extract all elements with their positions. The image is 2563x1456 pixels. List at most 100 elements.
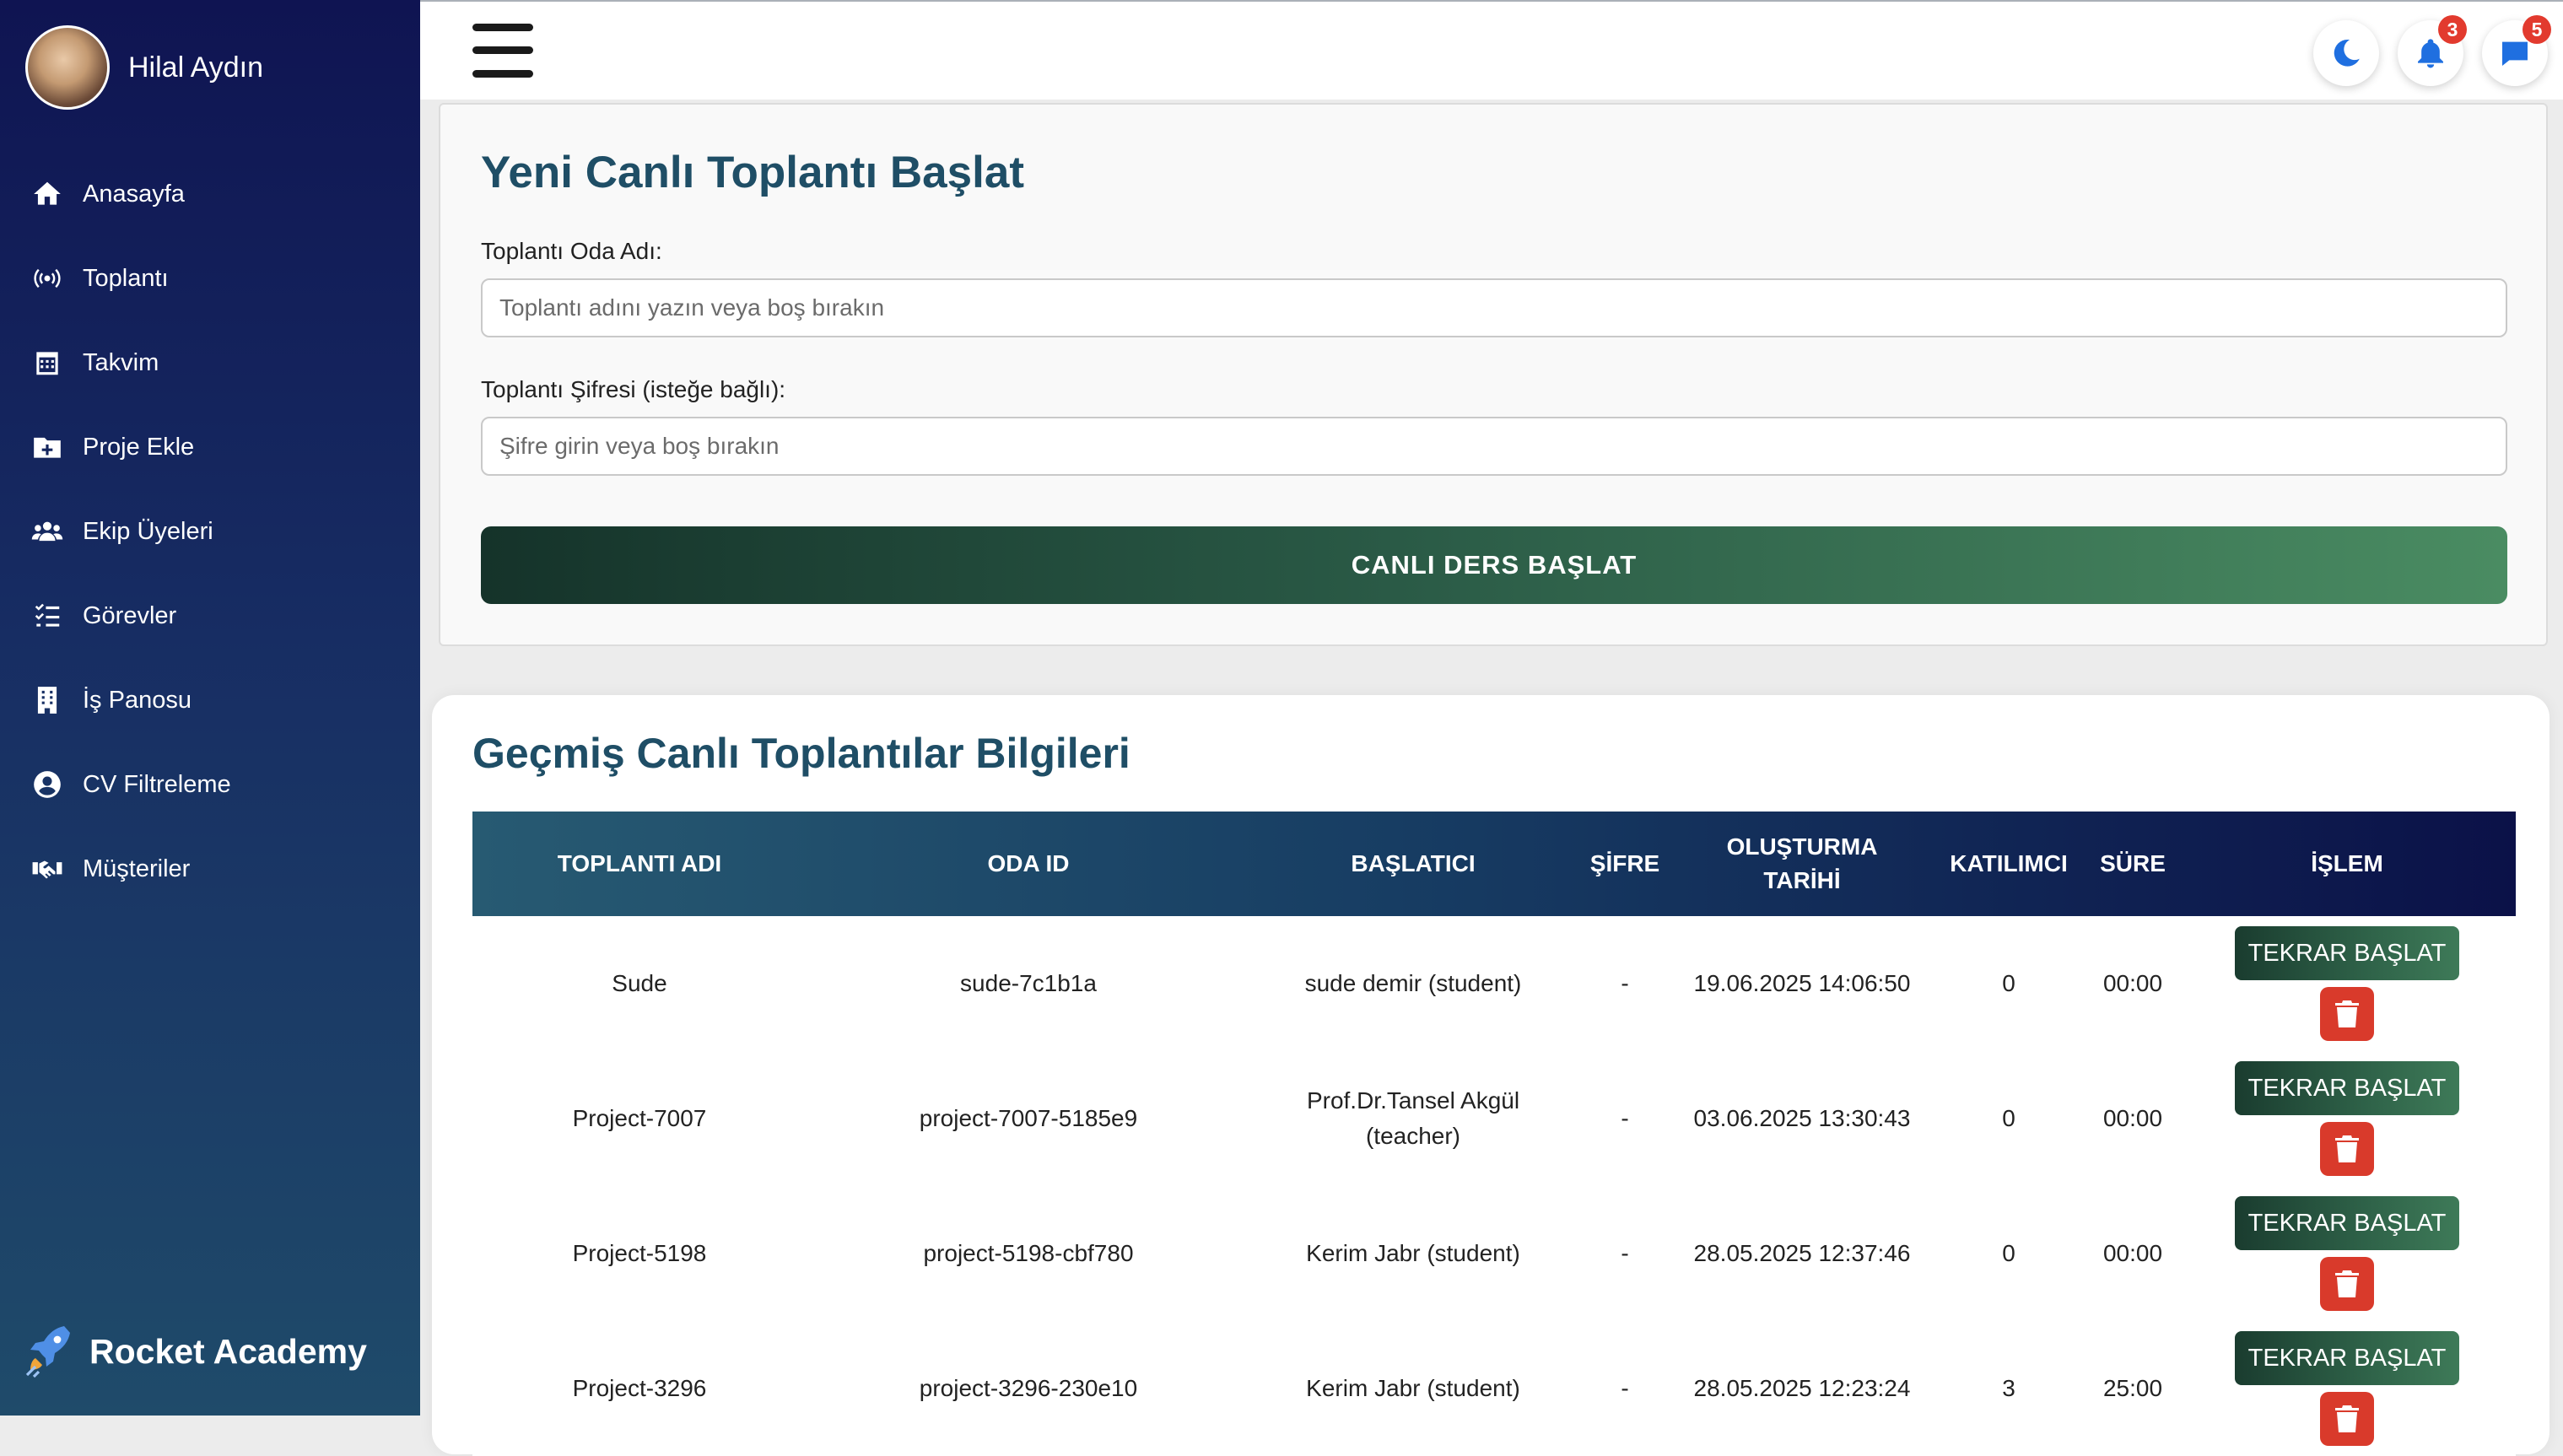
column-header[interactable]: İŞLEM — [2178, 812, 2516, 916]
sidebar-item-label: Görevler — [83, 601, 177, 629]
column-header[interactable]: KATILIMCI — [1930, 812, 2087, 916]
room-name-label: Toplantı Oda Adı: — [481, 238, 662, 264]
duration-cell: 00:00 — [2102, 970, 2163, 996]
trash-icon — [2335, 1405, 2359, 1432]
sidebar-item-toplanti[interactable]: Toplantı — [0, 236, 420, 321]
user-circle-icon — [30, 768, 64, 801]
sidebar-item-label: Müşteriler — [83, 855, 191, 882]
sidebar-nav: Anasayfa Toplantı Takvim Proje Ekle Ekip… — [0, 152, 420, 911]
sidebar-item-label: Anasayfa — [83, 180, 185, 208]
brand-logo[interactable]: Rocket Academy — [24, 1323, 367, 1380]
column-header[interactable]: TOPLANTI ADI — [472, 812, 807, 916]
column-header[interactable]: ODA ID — [807, 812, 1250, 916]
table-row: Project-5198 project-5198-cbf780 Kerim J… — [472, 1186, 2516, 1321]
meeting-name-cell: Project-5198 — [572, 1240, 707, 1266]
home-icon — [30, 177, 64, 211]
sidebar-item-takvim[interactable]: Takvim — [0, 321, 420, 405]
sidebar-item-cv-filtreleme[interactable]: CV Filtreleme — [0, 742, 420, 827]
sidebar-item-proje-ekle[interactable]: Proje Ekle — [0, 405, 420, 489]
duration-cell: 00:00 — [2102, 1105, 2163, 1131]
meeting-name-cell: Sude — [612, 970, 667, 996]
sidebar-item-is-panosu[interactable]: İş Panosu — [0, 658, 420, 742]
actions-cell: TEKRAR BAŞLAT — [2178, 1186, 2516, 1321]
participants-cell: 0 — [2002, 1240, 2015, 1266]
delete-button[interactable] — [2320, 1392, 2374, 1446]
sidebar-item-label: Proje Ekle — [83, 433, 195, 461]
history-table: TOPLANTI ADI ODA ID BAŞLATICI ŞİFRE OLUŞ… — [472, 812, 2516, 1456]
room-id-cell: project-7007-5185e9 — [919, 1105, 1138, 1131]
start-live-meeting-button[interactable]: CANLI DERS BAŞLAT — [481, 526, 2507, 604]
restart-button[interactable]: TEKRAR BAŞLAT — [2235, 1061, 2459, 1115]
brand-name: Rocket Academy — [89, 1331, 367, 1371]
sidebar-item-musteriler[interactable]: Müşteriler — [0, 827, 420, 911]
participants-cell: 3 — [2002, 1375, 2015, 1401]
meeting-name-cell: Project-7007 — [572, 1105, 707, 1131]
bell-icon — [2418, 39, 2443, 68]
delete-button[interactable] — [2320, 987, 2374, 1041]
calendar-icon — [30, 346, 64, 380]
sidebar-item-label: Takvim — [83, 348, 159, 376]
broadcast-icon — [30, 262, 64, 295]
user-profile[interactable]: Hilal Aydın — [25, 25, 263, 110]
duration-cell: 00:00 — [2102, 1240, 2163, 1266]
restart-button[interactable]: TEKRAR BAŞLAT — [2235, 1331, 2459, 1385]
room-name-input[interactable] — [481, 278, 2507, 337]
folder-plus-icon — [30, 430, 64, 464]
password-input[interactable] — [481, 417, 2507, 476]
messages-badge: 5 — [2523, 15, 2551, 44]
chat-icon — [2502, 41, 2528, 66]
created-date-cell: 28.05.2025 12:23:24 — [1693, 1375, 1911, 1401]
column-header[interactable]: SÜRE — [2087, 812, 2178, 916]
actions-cell: TEKRAR BAŞLAT — [2178, 1051, 2516, 1186]
moon-icon — [2334, 39, 2360, 67]
created-date-cell: 28.05.2025 12:37:46 — [1693, 1240, 1911, 1266]
actions-cell: TEKRAR BAŞLAT — [2178, 916, 2516, 1051]
top-bar: 3 5 — [420, 0, 2563, 100]
user-name: Hilal Aydın — [128, 51, 264, 84]
messages-button[interactable]: 5 — [2482, 15, 2551, 86]
actions-cell: TEKRAR BAŞLAT — [2178, 1321, 2516, 1456]
notifications-badge: 3 — [2438, 15, 2467, 44]
created-date-cell: 19.06.2025 14:06:50 — [1693, 970, 1911, 996]
password-cell: - — [1621, 1240, 1629, 1266]
password-cell: - — [1621, 1105, 1629, 1131]
starter-cell: Kerim Jabr (student) — [1306, 1375, 1520, 1401]
column-header[interactable]: BAŞLATICI — [1250, 812, 1576, 916]
sidebar-item-ekip-uyeleri[interactable]: Ekip Üyeleri — [0, 489, 420, 574]
column-header[interactable]: OLUŞTURMA TARİHİ — [1674, 812, 1930, 916]
history-title: Geçmiş Canlı Toplantılar Bilgileri — [472, 730, 1130, 777]
table-row: Project-3296 project-3296-230e10 Kerim J… — [472, 1321, 2516, 1456]
meeting-history-card: Geçmiş Canlı Toplantılar Bilgileri TOPLA… — [432, 695, 2550, 1456]
trash-icon — [2335, 1135, 2359, 1162]
restart-button[interactable]: TEKRAR BAŞLAT — [2235, 1196, 2459, 1250]
users-icon — [30, 515, 64, 548]
delete-button[interactable] — [2320, 1257, 2374, 1311]
password-cell: - — [1621, 1375, 1629, 1401]
sidebar: Hilal Aydın Anasayfa Toplantı Takvim Pro… — [0, 0, 420, 1416]
sidebar-item-label: Toplantı — [83, 264, 169, 292]
sidebar-item-label: İş Panosu — [83, 686, 192, 714]
task-list-icon — [30, 599, 64, 633]
dark-mode-toggle[interactable] — [2313, 20, 2379, 86]
menu-toggle-icon[interactable] — [472, 24, 533, 78]
meeting-name-cell: Project-3296 — [572, 1375, 707, 1401]
password-cell: - — [1621, 970, 1629, 996]
starter-cell: sude demir (student) — [1304, 970, 1522, 996]
delete-button[interactable] — [2320, 1122, 2374, 1176]
table-row: Project-7007 project-7007-5185e9 Prof.Dr… — [472, 1051, 2516, 1186]
page-title: Yeni Canlı Toplantı Başlat — [481, 148, 1024, 197]
avatar[interactable] — [25, 25, 110, 110]
participants-cell: 0 — [2002, 1105, 2015, 1131]
starter-cell: Kerim Jabr (student) — [1306, 1240, 1520, 1266]
sidebar-item-anasayfa[interactable]: Anasayfa — [0, 152, 420, 236]
building-icon — [30, 683, 64, 717]
column-header[interactable]: ŞİFRE — [1576, 812, 1674, 916]
sidebar-item-gorevler[interactable]: Görevler — [0, 574, 420, 658]
room-id-cell: sude-7c1b1a — [960, 970, 1097, 996]
notifications-button[interactable]: 3 — [2398, 15, 2467, 86]
table-header-row: TOPLANTI ADI ODA ID BAŞLATICI ŞİFRE OLUŞ… — [472, 812, 2516, 916]
room-id-cell: project-3296-230e10 — [919, 1375, 1138, 1401]
trash-icon — [2335, 1270, 2359, 1297]
restart-button[interactable]: TEKRAR BAŞLAT — [2235, 926, 2459, 980]
handshake-icon — [30, 852, 64, 886]
